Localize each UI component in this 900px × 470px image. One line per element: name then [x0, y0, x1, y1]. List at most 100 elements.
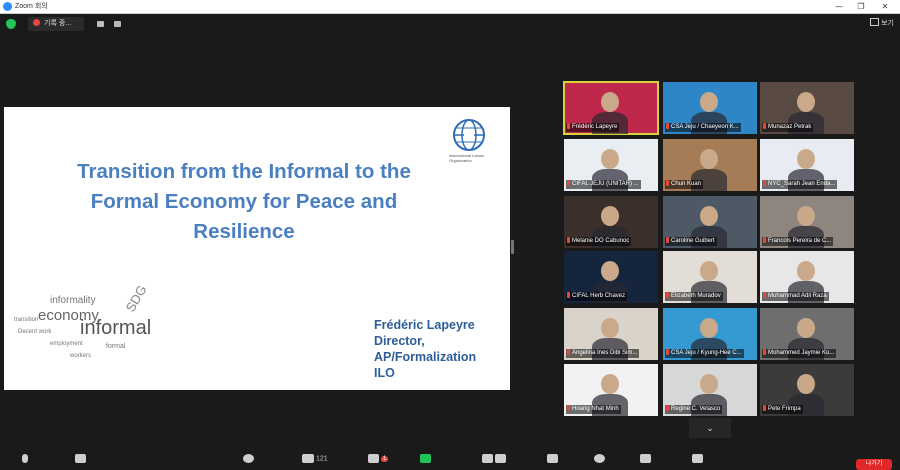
participant-name: Melanie DO Cabunoc	[566, 237, 632, 246]
mic-muted-icon	[763, 237, 766, 243]
participant-face	[700, 318, 718, 338]
mic-muted-icon	[567, 405, 570, 411]
word-cloud-word: SDG	[122, 282, 150, 315]
participant-face	[700, 92, 718, 112]
participant-tile[interactable]: Francois Pereira de C...	[760, 196, 854, 248]
participant-tile[interactable]: Chun Kuan	[663, 139, 757, 191]
participant-tile[interactable]: CIFAL JEJU (UNITAR) ...	[564, 139, 658, 191]
participant-tile[interactable]: CSA Jeju / Chaeyeon K...	[663, 82, 757, 134]
apps-icon	[640, 454, 651, 463]
security-button[interactable]	[243, 454, 254, 465]
pause-recording-icon[interactable]	[97, 21, 104, 27]
mic-muted-icon	[666, 292, 669, 298]
participant-face	[601, 92, 619, 112]
grid-icon	[547, 454, 558, 463]
breakout-rooms-button[interactable]	[547, 454, 558, 465]
mic-muted-icon	[763, 405, 766, 411]
participant-name: Pete Frimpa	[762, 405, 803, 414]
word-cloud: informality economy SDG informal Decent …	[10, 277, 190, 372]
view-button[interactable]: 보기	[870, 18, 894, 28]
participant-tile[interactable]: CSA Jeju / Kyung-Hee C...	[663, 308, 757, 360]
restore-button[interactable]: ❐	[850, 0, 872, 13]
participant-face	[601, 261, 619, 281]
speaker-org: ILO	[374, 366, 395, 380]
participant-name: Elizabeth Muradov	[665, 292, 723, 301]
participant-name-text: Hoang Nhat Minh	[572, 406, 619, 412]
reactions-button[interactable]	[594, 454, 605, 465]
participant-name: Munazaz Petrak	[762, 123, 814, 132]
whiteboard-icon	[692, 454, 703, 463]
participant-face	[601, 149, 619, 169]
chat-bubble-icon	[368, 454, 379, 463]
mic-muted-icon	[567, 180, 570, 186]
participant-tile[interactable]: Elizabeth Muradov	[663, 251, 757, 303]
stop-icon	[494, 454, 506, 463]
mic-muted-icon	[763, 123, 766, 129]
share-screen-button[interactable]	[420, 454, 431, 465]
speaker-name: Frédéric Lapeyre	[374, 318, 475, 332]
start-video-button[interactable]	[75, 454, 86, 465]
participant-tile[interactable]: CIFAL Herb Chavez	[564, 251, 658, 303]
participant-tile[interactable]: NYC_Sarah Jean Enda...	[760, 139, 854, 191]
word-cloud-word: formal	[106, 343, 126, 350]
participant-name: Muhammad Adil Raza	[762, 292, 829, 301]
participant-face	[700, 261, 718, 281]
participants-count: 121	[315, 455, 328, 463]
mic-muted-icon	[666, 237, 669, 243]
close-button[interactable]: ✕	[874, 0, 896, 13]
next-page-chevron-icon[interactable]: ⌄	[689, 418, 731, 438]
participant-name-text: Melanie DO Cabunoc	[572, 238, 630, 244]
apps-button[interactable]	[640, 454, 651, 465]
meeting-toolbar: 121 1 나가기	[0, 446, 900, 470]
stop-recording-icon[interactable]	[114, 21, 121, 27]
share-screen-icon	[420, 454, 431, 463]
participant-tile[interactable]: Regine C. Velasco	[663, 364, 757, 416]
shield-icon	[243, 454, 254, 463]
participant-name-text: Chun Kuan	[671, 181, 702, 187]
pause-share-button[interactable]	[482, 454, 506, 465]
view-label: 보기	[881, 20, 894, 27]
participant-tile[interactable]: Angelina Ines Dibi Sim...	[564, 308, 658, 360]
zoom-logo-icon	[3, 2, 12, 11]
participant-name: Hoang Nhat Minh	[566, 405, 621, 414]
leave-meeting-button[interactable]: 나가기	[856, 459, 892, 470]
participant-face	[797, 92, 815, 112]
recording-indicator[interactable]: 기록 중...	[28, 17, 84, 31]
participant-face	[700, 206, 718, 226]
participant-face	[601, 374, 619, 394]
window-title: Zoom 회의	[15, 3, 48, 10]
participant-name-text: CIFAL Herb Chavez	[572, 293, 626, 299]
participant-name-text: CSA Jeju / Chaeyeon K...	[671, 124, 739, 130]
unmute-button[interactable]	[22, 454, 28, 465]
participant-tile[interactable]: Hoang Nhat Minh	[564, 364, 658, 416]
chat-button[interactable]: 1	[368, 454, 389, 465]
participant-face	[601, 318, 619, 338]
smiley-icon	[594, 454, 605, 463]
participant-name: CSA Jeju / Chaeyeon K...	[665, 123, 741, 132]
participant-name-text: Pete Frimpa	[768, 406, 801, 412]
participant-name-text: Caroline Guibert	[671, 238, 715, 244]
window-titlebar: Zoom 회의 — ❐ ✕	[0, 0, 900, 14]
whiteboard-button[interactable]	[692, 454, 703, 465]
participants-button[interactable]: 121	[302, 454, 328, 465]
mic-muted-icon	[22, 454, 28, 463]
participant-tile[interactable]: Melanie DO Cabunoc	[564, 196, 658, 248]
mic-muted-icon	[567, 237, 570, 243]
recording-label: 기록 중...	[44, 20, 72, 27]
security-shield-icon[interactable]	[6, 19, 16, 29]
participant-face	[700, 374, 718, 394]
word-cloud-word: workers	[70, 353, 92, 359]
participant-tile[interactable]: Muhammad Adil Raza	[760, 251, 854, 303]
participant-name: CIFAL JEJU (UNITAR) ...	[566, 180, 641, 189]
participant-tile[interactable]: Frédéric Lapeyre	[563, 81, 659, 135]
chat-badge: 1	[380, 456, 389, 463]
split-resize-handle[interactable]	[511, 240, 514, 254]
minimize-button[interactable]: —	[828, 0, 850, 13]
slide-title: Transition from the Informal to the Form…	[77, 160, 411, 243]
participant-tile[interactable]: Pete Frimpa	[760, 364, 854, 416]
recording-dot-icon	[33, 19, 40, 26]
participant-tile[interactable]: Munazaz Petrak	[760, 82, 854, 134]
participant-tile[interactable]: Caroline Guibert	[663, 196, 757, 248]
mic-muted-icon	[666, 405, 669, 411]
participant-tile[interactable]: Mohammed Jaymie Ku...	[760, 308, 854, 360]
